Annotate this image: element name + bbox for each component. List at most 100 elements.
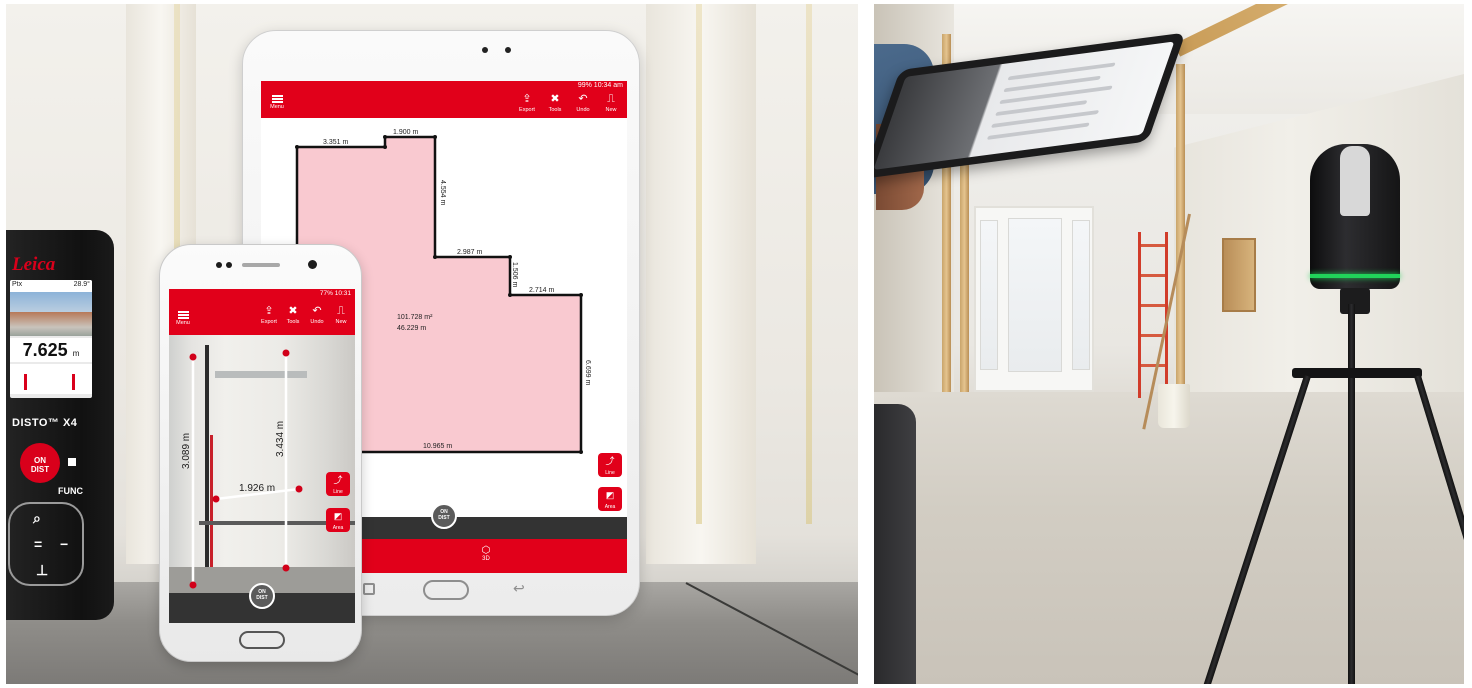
laser-scanner (1310, 144, 1400, 289)
tablet-area-button[interactable]: ◩ Area (598, 487, 622, 511)
tablet-on-dist-button[interactable]: ON DIST (431, 503, 457, 529)
line-label: Line (333, 489, 343, 495)
door-sidelight (980, 220, 998, 370)
vertex[interactable] (508, 293, 512, 297)
phone-camera-view[interactable]: 3.089 m 3.434 m 1.926 m (169, 335, 355, 593)
door-sidelight (1072, 220, 1090, 370)
tools-button[interactable]: ✖ Tools (283, 305, 303, 325)
device-status-right: 28.9° (73, 281, 90, 288)
new-button[interactable]: ⎍ New (331, 305, 351, 325)
device-model: DISTO™ X4 (12, 417, 78, 429)
new-icon: ⎍ (337, 305, 345, 317)
new-button[interactable]: ⎍ New (601, 93, 621, 113)
line-icon: ⤴ (605, 456, 615, 466)
phone-home-button[interactable] (239, 631, 285, 649)
disto-device: Leica Ptx 28.9° 7.625 m DISTO™ X4 ON DIS… (6, 230, 114, 620)
phone-measure-overlay: 3.089 m 3.434 m 1.926 m (169, 345, 355, 593)
scanner-photo-right (874, 4, 1464, 684)
area-icon: ◩ (605, 490, 615, 500)
export-icon: ⇪ (264, 305, 274, 317)
tablet-line-button[interactable]: ⤴ Line (598, 453, 622, 477)
undo-button[interactable]: ↶ Undo (573, 93, 593, 113)
device-small-button[interactable] (68, 458, 76, 466)
tripod-hub (1292, 368, 1422, 378)
new-label: New (335, 319, 347, 325)
tablet-menu-button[interactable]: Menu (267, 95, 287, 110)
device-icon-row (10, 364, 92, 394)
wall-pipe (210, 435, 213, 585)
export-button[interactable]: ⇪ Export (259, 305, 279, 325)
paint-bucket (1158, 384, 1190, 428)
vertex[interactable] (433, 135, 437, 139)
perimeter-label: 46.229 m (397, 325, 426, 332)
vertex[interactable] (295, 145, 299, 149)
export-icon: ⇪ (522, 93, 532, 105)
menu-label: Menu (270, 104, 284, 110)
wall-opening (1222, 238, 1256, 312)
menu-label: Menu (176, 320, 190, 326)
vertex[interactable] (433, 255, 437, 259)
tools-icon: ✖ (550, 93, 560, 105)
phone-line-button[interactable]: ⤴ Line (326, 472, 350, 496)
dimension-label: 4.554 m (439, 180, 446, 205)
zoom-icon: ⌕ (33, 510, 41, 526)
device-brand: Leica (12, 254, 56, 275)
vertex[interactable] (508, 255, 512, 259)
export-button[interactable]: ⇪ Export (517, 93, 537, 113)
measure-point[interactable] (189, 581, 197, 589)
phone-status: 77% 10:31 (319, 290, 351, 297)
back-icon[interactable]: ↩ (513, 580, 525, 597)
phone-sensors (216, 262, 232, 268)
tools-label: Tools (548, 107, 562, 113)
undo-icon: ↶ (312, 305, 322, 317)
phone-on-dist-button[interactable]: ON DIST (249, 583, 275, 609)
tablet-home-button[interactable] (423, 580, 469, 600)
vertex[interactable] (579, 293, 583, 297)
export-label: Export (519, 107, 535, 113)
phone-screen: 77% 10:31 Menu ⇪ Export ✖ Tools ↶ Undo ⎍… (169, 289, 355, 623)
vertex[interactable] (383, 145, 387, 149)
scanner-window (1340, 146, 1370, 216)
export-label: Export (261, 319, 277, 325)
background-stripe (696, 4, 702, 524)
device-measurement-value: 7.625 (22, 340, 68, 360)
measure-point[interactable] (212, 495, 220, 503)
measure-point[interactable] (295, 485, 303, 493)
scanner-status-ring (1310, 274, 1400, 278)
cube-icon: ⬡ (481, 545, 491, 556)
device-measurement-unit: m (72, 349, 80, 358)
undo-button[interactable]: ↶ Undo (307, 305, 327, 325)
measure-point[interactable] (189, 353, 197, 361)
vertex[interactable] (383, 135, 387, 139)
dimension-label: 2.987 m (457, 249, 482, 256)
tab-3d[interactable]: ⬡ 3D (345, 539, 627, 573)
hamburger-icon (271, 95, 283, 103)
device-marker-icon (24, 374, 27, 390)
undo-icon: ↶ (578, 93, 588, 105)
phone-area-button[interactable]: ◩ Area (326, 508, 350, 532)
wall-shelf (215, 371, 307, 378)
tools-button[interactable]: ✖ Tools (545, 93, 565, 113)
phone-menu-button[interactable]: Menu (173, 311, 193, 326)
door-glass (1008, 218, 1062, 372)
measure-point[interactable] (282, 564, 290, 572)
recent-apps-icon[interactable] (363, 583, 375, 595)
device-func-button[interactable]: FUNC (58, 486, 83, 496)
device-on-dist-button[interactable]: ON DIST (20, 443, 60, 483)
tablet-app-bar: 99% 10:34 am Menu ⇪ Export ✖ Tools ↶ Und… (261, 81, 627, 118)
measure-label: 1.926 m (239, 483, 275, 494)
vertex[interactable] (579, 450, 583, 454)
area-label: 101.728 m² (397, 314, 433, 321)
area-label: Area (604, 504, 616, 510)
phone-action-group: ⇪ Export ✖ Tools ↶ Undo ⎍ New (259, 305, 351, 325)
dimension-label: 10.965 m (423, 443, 452, 450)
minus-icon: − (60, 536, 69, 552)
product-photo-left: Leica Ptx 28.9° 7.625 m DISTO™ X4 ON DIS… (6, 4, 858, 684)
measure-point[interactable] (282, 349, 290, 357)
dimension-label: 1.506 m (511, 262, 518, 287)
device-keypad[interactable]: ⌕ = − ⊥ (8, 502, 84, 586)
device-status-bar: Ptx 28.9° (10, 280, 92, 292)
dimension-label: 1.900 m (393, 129, 418, 136)
phone-app-bar: 77% 10:31 Menu ⇪ Export ✖ Tools ↶ Undo ⎍… (169, 289, 355, 335)
line-icon: ⤴ (333, 475, 343, 485)
